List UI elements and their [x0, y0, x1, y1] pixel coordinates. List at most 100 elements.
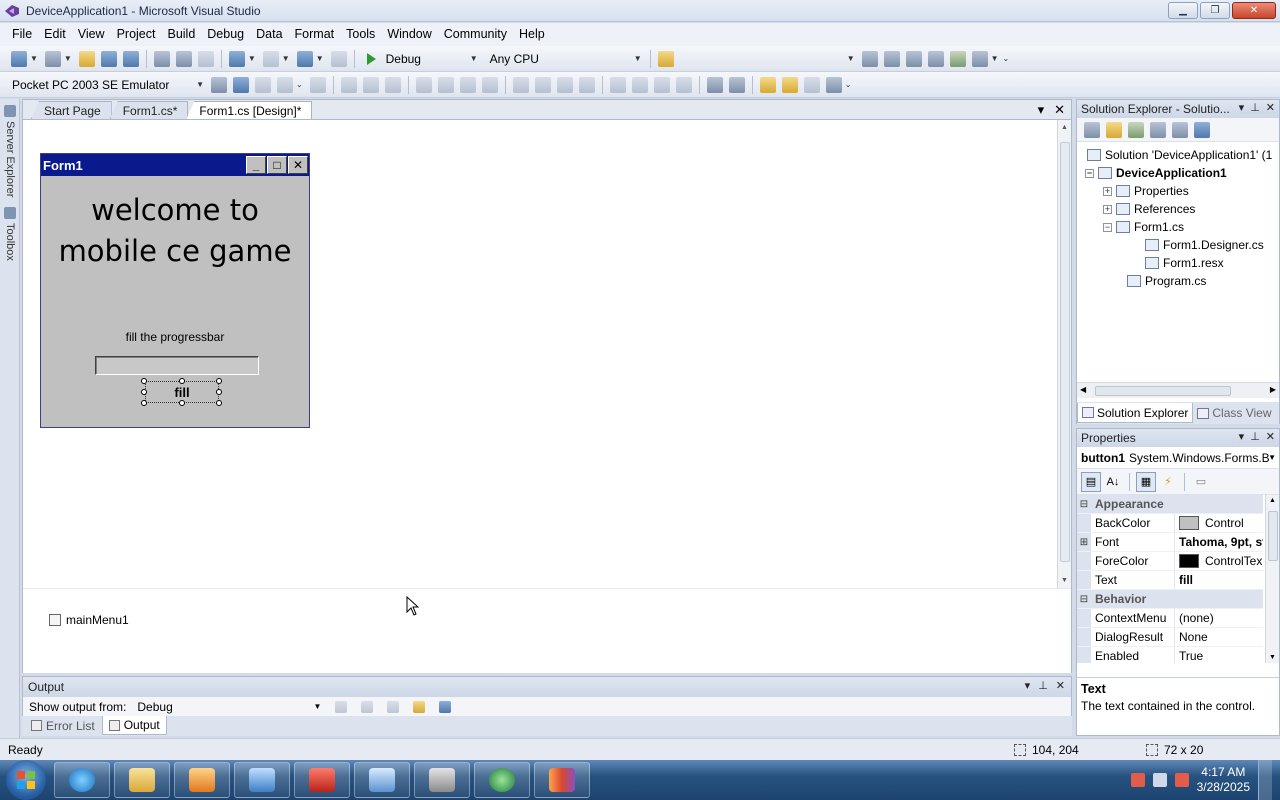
- alphabetical-icon[interactable]: A↓: [1103, 472, 1123, 492]
- tree-item-form1-resx[interactable]: Form1.resx: [1145, 254, 1224, 272]
- vertical-spacing-equal-icon[interactable]: [609, 76, 626, 93]
- minimize-button[interactable]: ▁: [1168, 2, 1198, 19]
- pin-icon[interactable]: ⊥: [1250, 101, 1260, 114]
- scroll-down-icon[interactable]: ▼: [1061, 577, 1068, 584]
- show-desktop-button[interactable]: [1258, 760, 1272, 800]
- undo-dropdown-icon[interactable]: ▼: [248, 54, 256, 63]
- add-item-icon[interactable]: [44, 50, 61, 67]
- close-panel-icon[interactable]: ✕: [1266, 101, 1275, 114]
- close-panel-icon[interactable]: ✕: [1056, 679, 1065, 692]
- collapse-icon[interactable]: −: [1085, 168, 1094, 178]
- increase-horizontal-spacing-icon[interactable]: [556, 76, 573, 93]
- previous-message-icon[interactable]: [361, 700, 374, 713]
- tree-item-form1-designer[interactable]: Form1.Designer.cs: [1145, 236, 1264, 254]
- find-message-icon[interactable]: [335, 700, 348, 713]
- taskbar-file-explorer[interactable]: [114, 762, 170, 798]
- increase-vertical-spacing-icon[interactable]: [631, 76, 648, 93]
- window-position-dropdown-icon[interactable]: ▾: [1239, 430, 1245, 443]
- progress-bar[interactable]: [95, 356, 259, 375]
- align-tops-icon[interactable]: [362, 76, 379, 93]
- decrease-horizontal-spacing-icon[interactable]: [578, 76, 595, 93]
- scrollbar-thumb[interactable]: [1095, 386, 1231, 396]
- form1-designer[interactable]: Form1 _ □ ✕ welcome to mobile ce game fi…: [40, 153, 310, 428]
- menu-data[interactable]: Data: [250, 23, 288, 46]
- redo-icon[interactable]: [262, 50, 279, 67]
- events-icon[interactable]: ⚡: [1158, 472, 1178, 492]
- object-browser-icon[interactable]: [905, 50, 922, 67]
- tab-class-view[interactable]: Class View: [1193, 403, 1275, 423]
- new-project-icon[interactable]: [11, 50, 27, 67]
- align-to-grid-icon[interactable]: [255, 76, 271, 93]
- tree-item-solution[interactable]: Solution 'DeviceApplication1' (1: [1087, 146, 1272, 164]
- menu-file[interactable]: File: [6, 23, 38, 46]
- taskbar-control-panel[interactable]: [354, 762, 410, 798]
- action-center-icon[interactable]: [1130, 773, 1145, 787]
- copy-icon[interactable]: [175, 50, 192, 67]
- toolbar-overflow-icon[interactable]: ⌄: [845, 80, 852, 89]
- center-horizontally-icon[interactable]: [706, 76, 723, 93]
- object-selector[interactable]: button1 System.Windows.Forms.B ▼: [1077, 447, 1279, 469]
- welcome-label[interactable]: welcome to mobile ce game: [41, 190, 309, 272]
- toolbox-icon[interactable]: [927, 50, 944, 67]
- word-wrap-icon[interactable]: [439, 700, 452, 713]
- pin-icon[interactable]: ⊥: [1038, 679, 1048, 692]
- menu-tools[interactable]: Tools: [340, 23, 381, 46]
- menu-help[interactable]: Help: [513, 23, 551, 46]
- taskbar-remote-desktop[interactable]: [234, 762, 290, 798]
- tree-item-form1[interactable]: − Form1.cs: [1103, 218, 1184, 236]
- property-value[interactable]: Tahoma, 9pt, st: [1175, 533, 1263, 551]
- menu-view[interactable]: View: [72, 23, 111, 46]
- tab-form1-design[interactable]: Form1.cs [Design]*: [186, 101, 313, 119]
- show-all-files-icon[interactable]: [1106, 121, 1122, 138]
- toolbox-tab[interactable]: Toolbox: [2, 207, 18, 261]
- resize-handle[interactable]: [179, 400, 185, 406]
- clear-all-icon[interactable]: [413, 700, 426, 713]
- device-icon[interactable]: [330, 50, 347, 67]
- align-bottoms-icon[interactable]: [415, 76, 432, 93]
- taskbar-media-player[interactable]: [174, 762, 230, 798]
- more-windows-icon[interactable]: [971, 50, 988, 67]
- restore-button[interactable]: ❐: [1200, 2, 1230, 19]
- menu-format[interactable]: Format: [289, 23, 341, 46]
- collapse-icon[interactable]: ⊟: [1077, 590, 1091, 608]
- size-to-grid-icon[interactable]: [512, 76, 529, 93]
- undo-icon[interactable]: [228, 50, 245, 67]
- expand-icon[interactable]: +: [1103, 186, 1112, 196]
- lock-controls-icon[interactable]: [825, 76, 842, 93]
- view-class-diagram-icon[interactable]: [1194, 121, 1210, 138]
- tree-item-properties[interactable]: + Properties: [1103, 182, 1189, 200]
- scroll-up-icon[interactable]: ▲: [1061, 124, 1068, 131]
- center-vertically-icon[interactable]: [728, 76, 745, 93]
- target-device-select[interactable]: Pocket PC 2003 SE Emulator ▼: [8, 75, 208, 95]
- align-middles-icon[interactable]: [384, 76, 401, 93]
- align-rights-icon[interactable]: [340, 76, 357, 93]
- properties-view-icon[interactable]: ▦: [1136, 471, 1156, 492]
- menu-debug[interactable]: Debug: [201, 23, 250, 46]
- tree-item-references[interactable]: + References: [1103, 200, 1195, 218]
- property-value[interactable]: fill: [1175, 571, 1263, 589]
- collapse-icon[interactable]: ⊟: [1077, 495, 1091, 513]
- main-menu-component[interactable]: mainMenu1: [49, 613, 129, 627]
- tab-solution-explorer[interactable]: Solution Explorer: [1077, 403, 1194, 423]
- navigate-dropdown-icon[interactable]: ▼: [316, 54, 324, 63]
- align-lefts-icon[interactable]: [277, 76, 293, 93]
- menu-build[interactable]: Build: [161, 23, 201, 46]
- tab-order-icon[interactable]: [803, 76, 820, 93]
- property-row-font[interactable]: ⊞ Font Tahoma, 9pt, st: [1077, 533, 1263, 552]
- property-row-backcolor[interactable]: BackColor Control: [1077, 514, 1263, 533]
- horizontal-spacing-equal-icon[interactable]: [534, 76, 551, 93]
- property-row-contextmenu[interactable]: ContextMenu (none): [1077, 609, 1263, 628]
- menu-window[interactable]: Window: [381, 23, 437, 46]
- properties-window-icon[interactable]: [883, 50, 900, 67]
- save-all-icon[interactable]: [122, 50, 139, 67]
- scroll-up-icon[interactable]: ▲: [1269, 497, 1276, 504]
- add-item-dropdown-icon[interactable]: ▼: [64, 54, 72, 63]
- collapse-icon[interactable]: −: [1103, 222, 1112, 232]
- toolbar-overflow-icon[interactable]: ⌄: [296, 80, 303, 89]
- view-designer-icon[interactable]: [1172, 121, 1188, 138]
- next-message-icon[interactable]: [387, 700, 400, 713]
- property-value[interactable]: ControlTex: [1175, 552, 1263, 570]
- resize-handle[interactable]: [141, 389, 147, 395]
- properties-icon[interactable]: [1084, 121, 1100, 138]
- find-in-files-icon[interactable]: [657, 50, 674, 67]
